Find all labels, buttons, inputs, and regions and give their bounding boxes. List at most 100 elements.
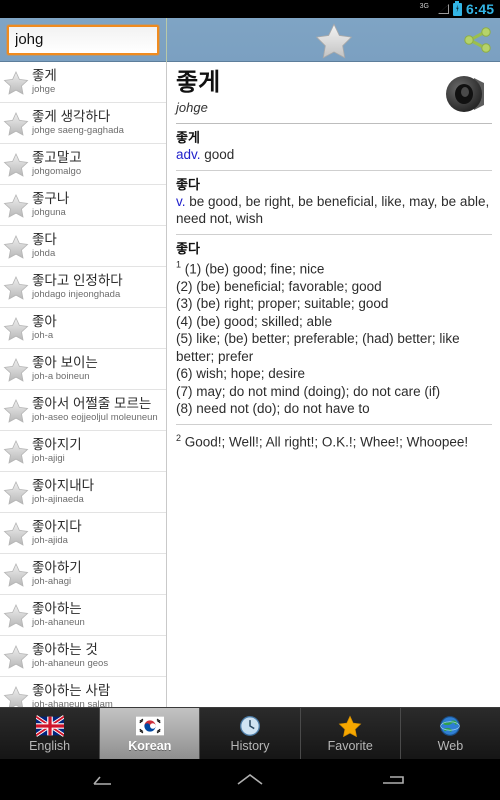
headword-row: 좋게 johge <box>176 68 492 117</box>
divider <box>176 169 492 171</box>
list-item[interactable]: 좋게 johge <box>0 62 166 103</box>
numbered-sense-list: 1 (1) (be) good; fine; nice (2) (be) bene… <box>176 257 492 418</box>
sense-block-1: 좋게 adv. good <box>176 129 492 164</box>
list-item[interactable]: 좋고말고 johgomalgo <box>0 144 166 185</box>
list-item-text: 좋아하기 joh-ahagi <box>32 560 162 588</box>
app-root: 3G 6:45 johg 좋게 johge 좋게 생각하다 johge saen… <box>0 0 500 800</box>
list-item[interactable]: 좋아지내다 joh-ajinaeda <box>0 472 166 513</box>
part-of-speech: adv. <box>176 147 201 162</box>
list-item-romanization: joh-a <box>32 330 54 341</box>
tab-korean[interactable]: Korean <box>100 708 201 760</box>
sense-superscript: 1 <box>176 259 182 270</box>
speaker-icon[interactable] <box>444 72 492 116</box>
tab-favorite[interactable]: Favorite <box>300 708 401 760</box>
recents-icon[interactable] <box>377 770 411 790</box>
list-item[interactable]: 좋아하기 joh-ahagi <box>0 554 166 595</box>
star-favorite-icon[interactable] <box>3 603 29 628</box>
star-favorite-icon[interactable] <box>3 316 29 341</box>
divider <box>176 423 492 425</box>
android-nav-bar <box>0 759 500 800</box>
star-favorite-icon[interactable] <box>3 644 29 669</box>
bottom-tab-bar: English Korean History Favorite Web <box>0 707 500 760</box>
word-list-pane[interactable]: 좋게 johge 좋게 생각하다 johge saeng-gaghada 좋고말… <box>0 62 167 707</box>
list-item[interactable]: 좋아지기 joh-ajigi <box>0 431 166 472</box>
list-item[interactable]: 좋구나 johguna <box>0 185 166 226</box>
divider <box>176 233 492 235</box>
list-item-korean: 좋아서 어쩔줄 모르는 <box>32 396 152 411</box>
list-item-text: 좋게 johge <box>32 68 162 96</box>
tab-label: Favorite <box>327 739 373 753</box>
list-item-romanization: joh-a boineun <box>32 371 90 382</box>
list-item-korean: 좋아하는 <box>32 601 82 616</box>
list-item[interactable]: 좋아지다 joh-ajida <box>0 513 166 554</box>
list-item[interactable]: 좋아 보이는 joh-a boineun <box>0 349 166 390</box>
tab-label: History <box>230 739 270 753</box>
list-item-text: 좋아지다 joh-ajida <box>32 519 162 547</box>
list-item-korean: 좋아지기 <box>32 437 82 452</box>
list-item[interactable]: 좋아 joh-a <box>0 308 166 349</box>
search-zone <box>0 17 167 62</box>
sense-superscript: 2 <box>176 432 182 443</box>
list-item-text: 좋아지내다 joh-ajinaeda <box>32 478 162 506</box>
back-icon[interactable] <box>89 770 123 790</box>
star-favorite-icon[interactable] <box>3 521 29 546</box>
star-favorite-icon[interactable] <box>3 480 29 505</box>
sense-item: (4) (be) good; skilled; able <box>176 313 333 329</box>
list-item-romanization: joh-ahaneun salam <box>32 699 113 707</box>
list-item[interactable]: 좋게 생각하다 johge saeng-gaghada <box>0 103 166 144</box>
sense-gloss: Good!; Well!; All right!; O.K.!; Whee!; … <box>184 434 469 449</box>
list-item-text: 좋아지기 joh-ajigi <box>32 437 162 465</box>
star-favorite-icon[interactable] <box>3 234 29 259</box>
tab-history[interactable]: History <box>200 708 301 760</box>
list-item-romanization: joh-ahaneun geos <box>32 658 109 669</box>
star-favorite-icon[interactable] <box>3 562 29 587</box>
list-item-korean: 좋아하는 사람 <box>32 683 111 698</box>
star-favorite-icon[interactable] <box>3 275 29 300</box>
star-favorite-icon[interactable] <box>3 398 29 423</box>
korea-flag-icon <box>135 716 164 736</box>
star-favorite-icon[interactable] <box>3 439 29 464</box>
star-favorite-icon[interactable] <box>3 152 29 177</box>
list-item-romanization: johguna <box>32 207 66 218</box>
list-item[interactable]: 좋아하는 joh-ahaneun <box>0 595 166 636</box>
list-item[interactable]: 좋아하는 사람 joh-ahaneun salam <box>0 677 166 707</box>
list-item-text: 좋아 보이는 joh-a boineun <box>32 355 162 383</box>
sense-block-3: 좋다 1 (1) (be) good; fine; nice (2) (be) b… <box>176 240 492 418</box>
main-content: 좋게 johge 좋게 생각하다 johge saeng-gaghada 좋고말… <box>0 62 500 707</box>
star-favorite-icon[interactable] <box>3 193 29 218</box>
star-favorite-icon[interactable] <box>3 357 29 382</box>
definition-pane: 좋게 johge 좋게 adv. good 좋다 v. be good, be … <box>168 62 500 707</box>
sense-item: (2) (be) beneficial; favorable; good <box>176 278 382 294</box>
list-item-romanization: johge <box>32 84 56 95</box>
sense-definition: v. be good, be right, be beneficial, lik… <box>176 193 492 228</box>
list-item[interactable]: 좋아하는 것 joh-ahaneun geos <box>0 636 166 677</box>
list-item-text: 좋아하는 joh-ahaneun <box>32 601 162 629</box>
share-icon[interactable] <box>462 26 492 53</box>
list-item-romanization: joh-aseo eojjeoljul moleuneun <box>32 412 158 423</box>
globe-icon <box>440 716 461 736</box>
tab-label: Korean <box>128 739 172 753</box>
star-favorite-icon[interactable] <box>3 685 29 708</box>
part-of-speech: v. <box>176 193 186 209</box>
list-item[interactable]: 좋다 johda <box>0 226 166 267</box>
star-outline-icon[interactable] <box>314 21 354 59</box>
list-item-text: 좋게 생각하다 johge saeng-gaghada <box>32 109 162 137</box>
search-input[interactable] <box>7 24 159 55</box>
tab-label: English <box>29 739 71 753</box>
list-item-text: 좋고말고 johgomalgo <box>32 150 162 178</box>
list-item[interactable]: 좋다고 인정하다 johdago injeonghada <box>0 267 166 308</box>
network-type-label: 3G <box>419 2 429 10</box>
list-item-korean: 좋아 보이는 <box>32 355 98 370</box>
list-item-korean: 좋구나 <box>32 191 70 206</box>
star-favorite-icon[interactable] <box>3 111 29 136</box>
list-item-text: 좋구나 johguna <box>32 191 162 219</box>
list-item-korean: 좋아하는 것 <box>32 642 98 657</box>
tab-web[interactable]: Web <box>400 708 500 760</box>
home-icon[interactable] <box>233 770 267 790</box>
list-item-romanization: joh-ajigi <box>32 453 65 464</box>
list-item[interactable]: 좋아서 어쩔줄 모르는 joh-aseo eojjeoljul moleuneu… <box>0 390 166 431</box>
star-favorite-icon[interactable] <box>3 70 29 95</box>
list-item-text: 좋아하는 사람 joh-ahaneun salam <box>32 683 162 707</box>
sense-item: (8) need not (do); do not have to <box>176 401 370 416</box>
tab-english[interactable]: English <box>0 708 101 760</box>
